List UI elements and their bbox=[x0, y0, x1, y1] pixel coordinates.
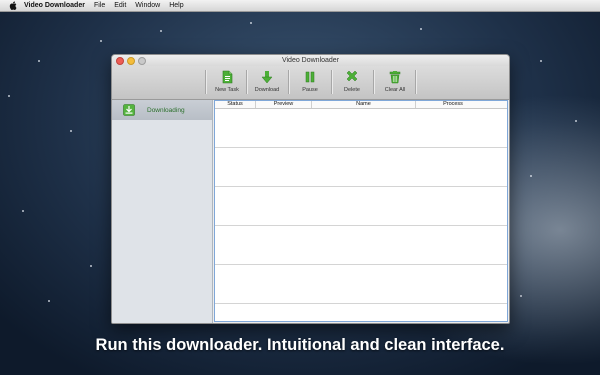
apple-icon[interactable] bbox=[9, 1, 18, 10]
column-header-name[interactable]: Name bbox=[312, 101, 416, 108]
delete-label: Delete bbox=[344, 87, 360, 93]
new-task-icon bbox=[222, 70, 233, 84]
table-row[interactable] bbox=[215, 265, 507, 304]
promo-caption: Run this downloader. Intuitional and cle… bbox=[95, 336, 505, 354]
table-row[interactable] bbox=[215, 109, 507, 148]
window-controls bbox=[116, 57, 146, 65]
sidebar: Downloading bbox=[112, 100, 213, 323]
sidebar-item-downloading[interactable]: Downloading bbox=[112, 100, 212, 120]
pause-icon bbox=[305, 71, 315, 83]
menu-app-name[interactable]: Video Downloader bbox=[24, 2, 85, 9]
sidebar-item-label: Downloading bbox=[147, 106, 185, 114]
window-title: Video Downloader bbox=[281, 57, 340, 64]
close-window-button[interactable] bbox=[116, 57, 124, 65]
zoom-window-button[interactable] bbox=[138, 57, 146, 65]
minimize-window-button[interactable] bbox=[127, 57, 135, 65]
menu-edit[interactable]: Edit bbox=[114, 2, 126, 9]
menu-help[interactable]: Help bbox=[169, 2, 183, 9]
menu-bar: Video Downloader File Edit Window Help bbox=[0, 0, 600, 12]
pause-label: Pause bbox=[302, 87, 318, 93]
toolbar-separator bbox=[205, 70, 206, 94]
table-row[interactable] bbox=[215, 148, 507, 187]
window-content: Downloading Status Preview Name Process bbox=[112, 100, 509, 323]
table-row[interactable] bbox=[215, 304, 507, 321]
clear-all-button[interactable]: Clear All bbox=[376, 68, 414, 98]
toolbar: New Task Download Pause Delete Clear All bbox=[112, 66, 509, 100]
toolbar-separator bbox=[415, 70, 416, 94]
task-table: Status Preview Name Process bbox=[214, 100, 508, 322]
toolbar-separator bbox=[331, 70, 332, 94]
column-header-preview[interactable]: Preview bbox=[256, 101, 312, 108]
delete-icon bbox=[346, 70, 358, 82]
window-titlebar[interactable]: Video Downloader bbox=[112, 55, 509, 66]
menu-file[interactable]: File bbox=[94, 2, 105, 9]
download-tray-icon bbox=[123, 104, 135, 116]
table-row[interactable] bbox=[215, 187, 507, 226]
clear-all-label: Clear All bbox=[384, 87, 406, 93]
new-task-button[interactable]: New Task bbox=[208, 68, 246, 98]
column-header-status[interactable]: Status bbox=[215, 101, 256, 108]
clear-all-icon bbox=[389, 71, 401, 84]
table-header: Status Preview Name Process bbox=[215, 101, 507, 109]
toolbar-separator bbox=[288, 70, 289, 94]
table-row[interactable] bbox=[215, 226, 507, 265]
new-task-label: New Task bbox=[215, 87, 239, 93]
delete-button[interactable]: Delete bbox=[333, 68, 371, 98]
download-button[interactable]: Download bbox=[248, 68, 286, 98]
download-label: Download bbox=[254, 87, 280, 93]
pause-button[interactable]: Pause bbox=[291, 68, 329, 98]
column-header-process[interactable]: Process bbox=[416, 101, 490, 108]
download-icon bbox=[261, 71, 273, 84]
toolbar-separator bbox=[246, 70, 247, 94]
app-window: Video Downloader New Task Download Pause… bbox=[111, 54, 510, 324]
toolbar-separator bbox=[373, 70, 374, 94]
menu-window[interactable]: Window bbox=[135, 2, 160, 9]
